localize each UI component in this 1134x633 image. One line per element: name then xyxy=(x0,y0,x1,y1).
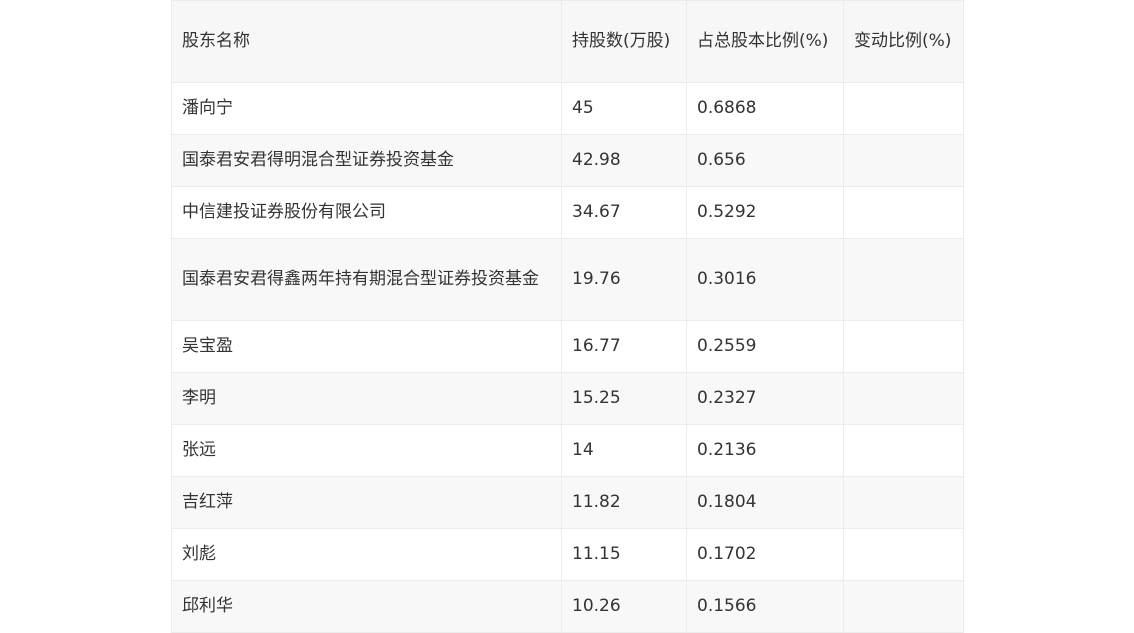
cell-shareholder-name: 国泰君安君得明混合型证券投资基金 xyxy=(171,134,562,187)
cell-shares-held: 16.77 xyxy=(561,320,687,373)
cell-shares-held: 10.26 xyxy=(561,580,687,633)
cell-change-ratio xyxy=(843,238,964,321)
cell-shares-held: 11.82 xyxy=(561,476,687,529)
table-row: 邱利华 10.26 0.1566 xyxy=(171,580,964,633)
cell-shares-held: 19.76 xyxy=(561,238,687,321)
cell-share-ratio: 0.1566 xyxy=(686,580,844,633)
table-row: 吉红萍 11.82 0.1804 xyxy=(171,476,964,529)
header-change-ratio: 变动比例(%) xyxy=(843,0,964,83)
cell-shareholder-name: 潘向宁 xyxy=(171,82,562,135)
table-row: 国泰君安君得鑫两年持有期混合型证券投资基金 19.76 0.3016 xyxy=(171,238,964,321)
table-row: 吴宝盈 16.77 0.2559 xyxy=(171,320,964,373)
cell-change-ratio xyxy=(843,476,964,529)
cell-shareholder-name: 李明 xyxy=(171,372,562,425)
cell-share-ratio: 0.656 xyxy=(686,134,844,187)
cell-change-ratio xyxy=(843,580,964,633)
shareholder-table: 股东名称 持股数(万股) 占总股本比例(%) 变动比例(%) 潘向宁 45 0.… xyxy=(171,0,964,633)
cell-shareholder-name: 吴宝盈 xyxy=(171,320,562,373)
table-row: 张远 14 0.2136 xyxy=(171,424,964,477)
cell-shares-held: 45 xyxy=(561,82,687,135)
cell-change-ratio xyxy=(843,372,964,425)
cell-shareholder-name: 张远 xyxy=(171,424,562,477)
cell-share-ratio: 0.1804 xyxy=(686,476,844,529)
shareholder-table-container: 股东名称 持股数(万股) 占总股本比例(%) 变动比例(%) 潘向宁 45 0.… xyxy=(171,0,964,633)
cell-change-ratio xyxy=(843,528,964,581)
cell-change-ratio xyxy=(843,186,964,239)
table-header-row: 股东名称 持股数(万股) 占总股本比例(%) 变动比例(%) xyxy=(171,0,964,83)
cell-shareholder-name: 吉红萍 xyxy=(171,476,562,529)
cell-share-ratio: 0.2559 xyxy=(686,320,844,373)
table-row: 刘彪 11.15 0.1702 xyxy=(171,528,964,581)
cell-share-ratio: 0.6868 xyxy=(686,82,844,135)
cell-shares-held: 11.15 xyxy=(561,528,687,581)
cell-shareholder-name: 国泰君安君得鑫两年持有期混合型证券投资基金 xyxy=(171,238,562,321)
cell-change-ratio xyxy=(843,82,964,135)
table-row: 中信建投证券股份有限公司 34.67 0.5292 xyxy=(171,186,964,239)
cell-shares-held: 14 xyxy=(561,424,687,477)
cell-share-ratio: 0.2136 xyxy=(686,424,844,477)
table-row: 李明 15.25 0.2327 xyxy=(171,372,964,425)
cell-shares-held: 15.25 xyxy=(561,372,687,425)
cell-share-ratio: 0.5292 xyxy=(686,186,844,239)
header-share-ratio: 占总股本比例(%) xyxy=(686,0,844,83)
cell-shares-held: 34.67 xyxy=(561,186,687,239)
header-shareholder-name: 股东名称 xyxy=(171,0,562,83)
cell-share-ratio: 0.1702 xyxy=(686,528,844,581)
cell-shareholder-name: 刘彪 xyxy=(171,528,562,581)
cell-share-ratio: 0.3016 xyxy=(686,238,844,321)
cell-shares-held: 42.98 xyxy=(561,134,687,187)
cell-shareholder-name: 中信建投证券股份有限公司 xyxy=(171,186,562,239)
cell-change-ratio xyxy=(843,320,964,373)
table-row: 国泰君安君得明混合型证券投资基金 42.98 0.656 xyxy=(171,134,964,187)
table-row: 潘向宁 45 0.6868 xyxy=(171,82,964,135)
cell-change-ratio xyxy=(843,424,964,477)
header-shares-held: 持股数(万股) xyxy=(561,0,687,83)
cell-share-ratio: 0.2327 xyxy=(686,372,844,425)
cell-shareholder-name: 邱利华 xyxy=(171,580,562,633)
cell-change-ratio xyxy=(843,134,964,187)
